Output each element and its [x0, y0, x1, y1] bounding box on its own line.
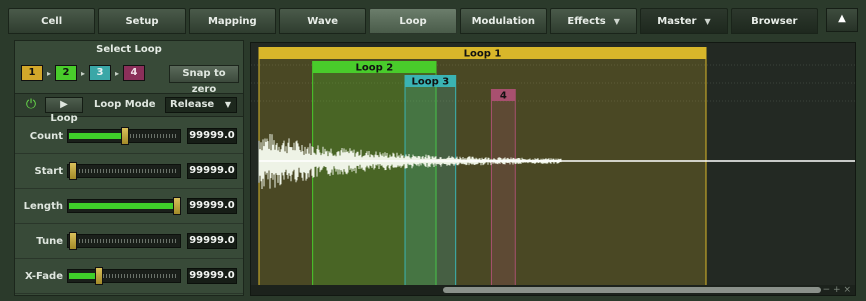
slider-knob[interactable]	[121, 127, 129, 145]
param-tune: Tune 99999.0	[15, 224, 243, 259]
loop-bar-label: Loop 3	[411, 77, 449, 88]
slider-knob[interactable]	[173, 197, 181, 215]
slider-knob[interactable]	[69, 232, 77, 250]
tab-loop[interactable]: Loop	[369, 8, 457, 34]
tab-label: Loop	[399, 15, 427, 27]
play-icon: ▶	[60, 99, 68, 110]
param-length: Length 99999.0	[15, 189, 243, 224]
loop-bar-label: 4	[500, 91, 507, 102]
loop-region	[491, 101, 516, 287]
param-label: Tune	[36, 236, 63, 247]
param-label: X-Fade	[25, 271, 63, 282]
tab-cell[interactable]: Cell	[8, 8, 96, 34]
xfade-value-field[interactable]: 99999.0	[187, 268, 237, 284]
xfade-slider[interactable]	[67, 267, 181, 285]
loop-panel: Select Loop 1 ▸ 2 ▸ 3 ▸ 4 Snap to zero ⏻…	[14, 40, 244, 296]
tab-label: Modulation	[471, 15, 536, 27]
tab-mapping[interactable]: Mapping	[188, 8, 276, 34]
tab-master[interactable]: Master ▼	[640, 8, 728, 34]
slider-fill	[69, 133, 125, 139]
loop-selector: 1 ▸ 2 ▸ 3 ▸ 4	[21, 65, 145, 81]
tune-slider[interactable]	[67, 232, 181, 250]
waveform-canvas[interactable]: Loop 1 Loop 2 Loop 3 4	[251, 43, 856, 287]
slider-knob[interactable]	[69, 162, 77, 180]
tab-browser[interactable]: Browser	[730, 8, 818, 34]
arrow-icon: ▸	[114, 68, 119, 78]
count-slider[interactable]	[67, 127, 181, 145]
param-count: Count 99999.0	[15, 119, 243, 154]
tab-label: Setup	[125, 15, 159, 27]
param-label: Length	[23, 201, 63, 212]
zoom-controls[interactable]: − + ×	[823, 285, 851, 295]
loop-mode-row: ⏻ ▶ Loop Loop Mode Release ▼	[15, 93, 243, 124]
power-icon[interactable]: ⏻	[23, 97, 39, 113]
param-start: Start 99999.0	[15, 154, 243, 189]
slider-track	[70, 239, 178, 243]
tab-label: Browser	[751, 15, 798, 27]
tab-modulation[interactable]: Modulation	[459, 8, 547, 34]
chevron-down-icon: ▼	[224, 100, 231, 109]
loop-mode-value: Release	[170, 99, 215, 110]
tab-bar: Cell Setup Mapping Wave Loop Modulation Effect…	[8, 8, 818, 35]
arrow-icon: ▸	[46, 68, 51, 78]
collapse-icon[interactable]: ▲	[826, 8, 858, 32]
tab-label: Wave	[307, 15, 339, 27]
tab-label: Master	[657, 15, 697, 27]
loop-3-button[interactable]: 3	[89, 65, 111, 81]
waveform-editor[interactable]: Loop 1 Loop 2 Loop 3 4 − + ×	[250, 42, 856, 296]
scrollbar-thumb[interactable]	[443, 287, 821, 293]
loop-2-button[interactable]: 2	[55, 65, 77, 81]
param-label: Start	[34, 166, 63, 177]
loop-toggle-button[interactable]: ▶ Loop	[45, 97, 83, 124]
start-value-field[interactable]: 99999.0	[187, 163, 237, 179]
param-label: Count	[29, 131, 63, 142]
slider-knob[interactable]	[95, 267, 103, 285]
loop-bar-label: Loop 2	[355, 63, 393, 74]
slider-fill	[69, 203, 177, 209]
chevron-down-icon: ▼	[613, 16, 620, 26]
horizontal-scrollbar[interactable]: − + ×	[251, 285, 855, 295]
snap-to-zero-button[interactable]: Snap to zero	[169, 65, 239, 95]
tab-wave[interactable]: Wave	[278, 8, 367, 34]
tab-setup[interactable]: Setup	[98, 8, 186, 34]
loop-mode-label: Loop Mode	[94, 99, 156, 110]
loop-1-button[interactable]: 1	[21, 65, 43, 81]
param-xfade: X-Fade 99999.0	[15, 259, 243, 294]
tab-label: Mapping	[207, 15, 257, 27]
panel-title: Select Loop	[96, 44, 162, 55]
tab-label: Effects	[567, 15, 606, 27]
loop-4-button[interactable]: 4	[123, 65, 145, 81]
tune-value-field[interactable]: 99999.0	[187, 233, 237, 249]
loop-region	[405, 87, 456, 287]
tab-label: Cell	[41, 15, 63, 27]
arrow-icon: ▸	[80, 68, 85, 78]
count-value-field[interactable]: 99999.0	[187, 128, 237, 144]
chevron-down-icon: ▼	[704, 16, 711, 26]
loop-bar-label: Loop 1	[464, 49, 502, 60]
loop-mode-select[interactable]: Release ▼	[165, 97, 237, 113]
length-value-field[interactable]: 99999.0	[187, 198, 237, 214]
slider-track	[70, 169, 178, 173]
length-slider[interactable]	[67, 197, 181, 215]
start-slider[interactable]	[67, 162, 181, 180]
tab-effects[interactable]: Effects ▼	[549, 8, 638, 34]
